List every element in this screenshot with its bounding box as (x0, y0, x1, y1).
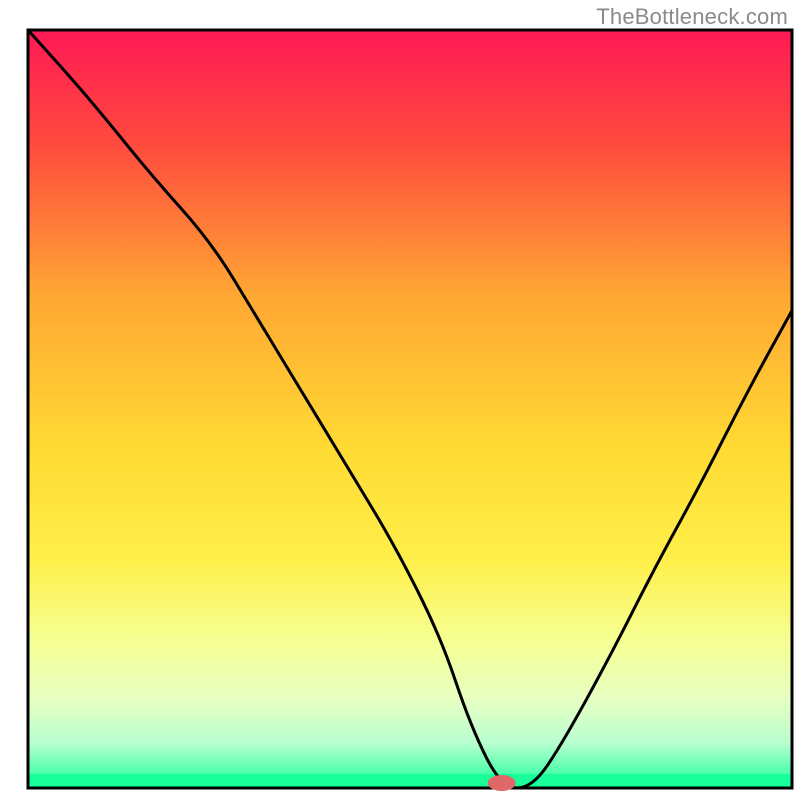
optimal-point-marker (488, 775, 516, 791)
chart-root: TheBottleneck.com (0, 0, 800, 800)
chart-background-gradient (28, 30, 792, 788)
watermark-text: TheBottleneck.com (596, 4, 788, 30)
chart-baseline-strip (28, 774, 792, 788)
bottleneck-chart (0, 0, 800, 800)
